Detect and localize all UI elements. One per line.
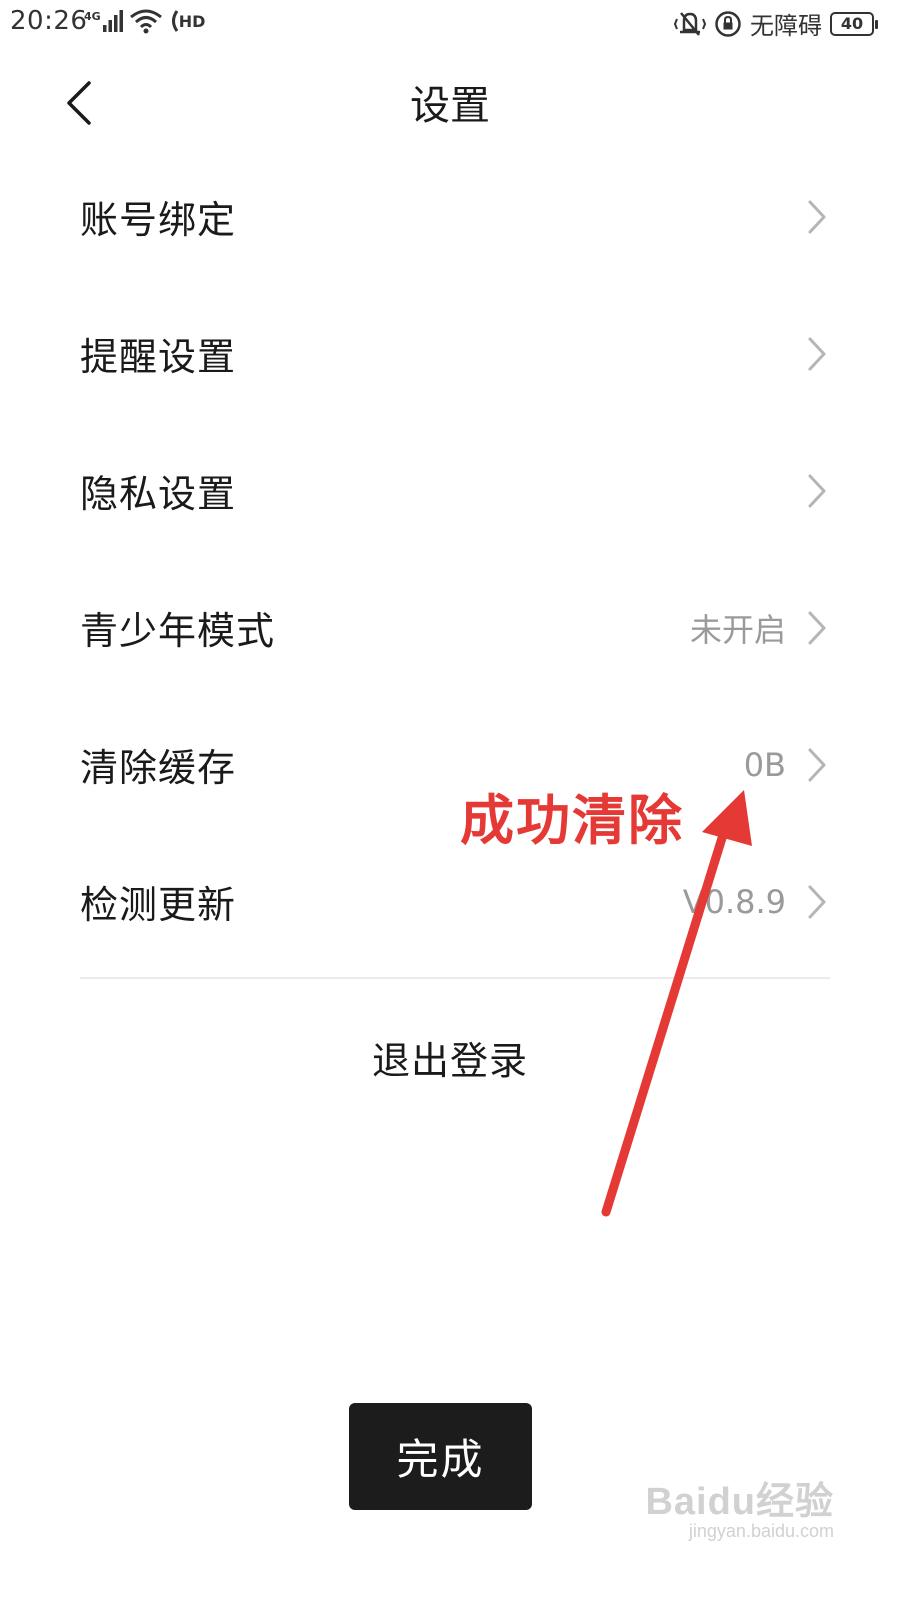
settings-item-privacy[interactable]: 隐私设置: [80, 422, 830, 559]
status-time: 20:26: [10, 6, 88, 36]
chevron-left-icon: [67, 81, 91, 125]
settings-item-value: V0.8.9: [682, 882, 786, 921]
accessibility-label: 无障碍: [750, 12, 822, 40]
settings-item-right: [786, 334, 830, 374]
chevron-right-icon: [804, 882, 830, 922]
hd-icon: HD: [169, 9, 206, 33]
settings-item-label: 隐私设置: [80, 472, 237, 516]
settings-item-right: V0.8.9: [683, 882, 830, 922]
done-button[interactable]: 完成: [349, 1403, 532, 1510]
settings-item-right: [786, 197, 830, 237]
battery-icon: 40: [830, 11, 878, 36]
watermark: Baidu经验 jingyan.baidu.com: [645, 1470, 834, 1542]
settings-list: 账号绑定 提醒设置 隐私设置 青少年模式 未开启 清除缓存 0B 检测更新 V0…: [80, 148, 830, 970]
signal-bars-icon: [102, 10, 123, 32]
battery-level: 40: [840, 14, 864, 33]
chevron-right-icon: [804, 745, 830, 785]
chevron-right-icon: [804, 334, 830, 374]
settings-item-account-binding[interactable]: 账号绑定: [80, 148, 830, 285]
settings-item-value: 0B: [743, 745, 786, 784]
settings-item-right: 未开启: [690, 605, 830, 651]
watermark-logo: Baidu经验: [645, 1481, 834, 1523]
chevron-right-icon: [804, 608, 830, 648]
settings-item-check-update[interactable]: 检测更新 V0.8.9: [80, 833, 830, 970]
settings-item-label: 账号绑定: [80, 198, 237, 242]
settings-item-right: [786, 471, 830, 511]
status-right: 无障碍 40: [674, 6, 878, 41]
settings-item-right: 0B: [744, 745, 830, 785]
chevron-right-icon: [804, 197, 830, 237]
status-left-icons: 4G HD: [84, 8, 205, 34]
settings-item-label: 检测更新: [80, 883, 237, 927]
settings-item-reminder[interactable]: 提醒设置: [80, 285, 830, 422]
signal-4g-icon: 4G: [84, 10, 123, 32]
status-bar: 20:26 4G HD 无障碍 40: [0, 0, 900, 46]
logout-button[interactable]: 退出登录: [0, 1030, 900, 1085]
network-type-label: 4G: [84, 10, 101, 23]
hd-label: HD: [178, 11, 206, 31]
phone-hd-icon: [171, 10, 178, 32]
chevron-right-icon: [804, 471, 830, 511]
divider: [80, 977, 830, 979]
vibrate-mute-icon: [674, 11, 706, 36]
settings-item-label: 青少年模式: [80, 609, 276, 653]
wifi-icon: [129, 9, 162, 34]
rotation-lock-icon: [715, 10, 741, 37]
page-title: 设置: [410, 83, 490, 129]
back-button[interactable]: [54, 78, 104, 128]
settings-item-label: 清除缓存: [80, 746, 237, 790]
settings-item-value: 未开启: [689, 610, 786, 649]
settings-item-label: 提醒设置: [80, 335, 237, 379]
settings-item-clear-cache[interactable]: 清除缓存 0B: [80, 696, 830, 833]
annotation-text: 成功清除: [460, 789, 684, 852]
settings-item-youth-mode[interactable]: 青少年模式 未开启: [80, 559, 830, 696]
